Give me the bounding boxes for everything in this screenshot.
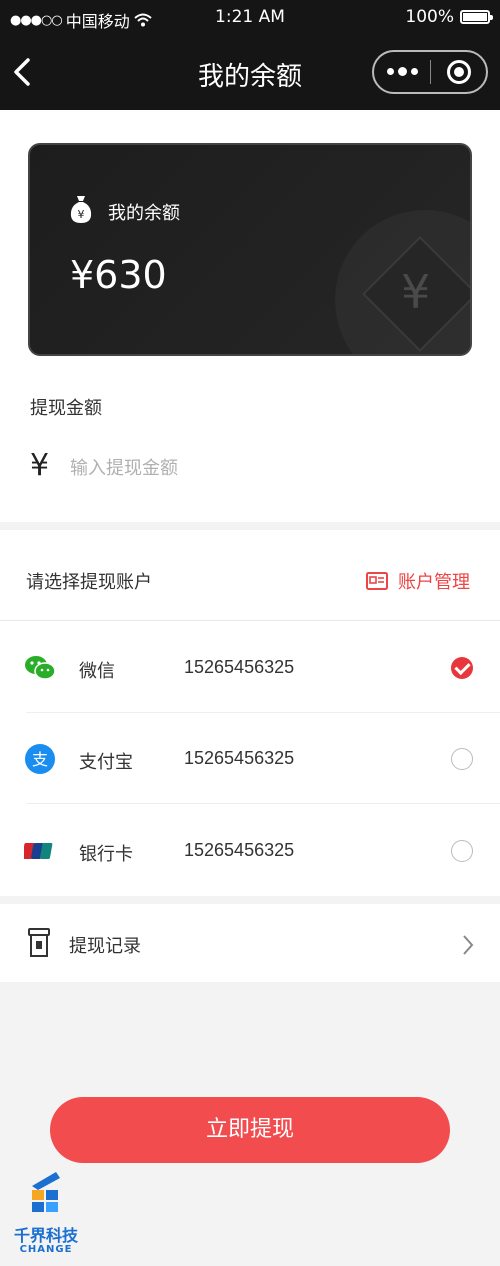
watermark-text-en: CHANGE — [19, 1244, 73, 1255]
mini-program-capsule — [372, 50, 488, 94]
records-label: 提现记录 — [69, 936, 141, 957]
account-name: 支付宝 — [79, 752, 133, 773]
status-bar: ●●●○○ 中国移动 1:21 AM 100% — [0, 0, 500, 36]
withdraw-amount-input[interactable] — [70, 452, 450, 484]
alipay-icon: 支 — [25, 744, 55, 774]
withdraw-records-row[interactable]: 提现记录 — [0, 904, 500, 982]
account-manage-link[interactable]: 账户管理 — [366, 568, 470, 594]
card-decoration-yen: ¥ — [401, 265, 431, 319]
svg-text:支: 支 — [32, 750, 48, 769]
account-manage-label: 账户管理 — [398, 572, 470, 593]
unselected-radio-icon[interactable] — [451, 840, 473, 862]
account-number: 15265456325 — [184, 657, 295, 677]
battery-level: 100% — [405, 7, 454, 27]
account-name: 银行卡 — [79, 844, 133, 865]
money-bag-icon: ¥ — [70, 196, 92, 223]
account-name: 微信 — [79, 661, 115, 682]
balance-label: 我的余额 — [108, 203, 180, 224]
account-row-wechat[interactable]: 微信 15265456325 — [0, 622, 500, 713]
account-number: 15265456325 — [184, 748, 295, 768]
accounts-header: 请选择提现账户 账户管理 — [0, 530, 500, 621]
balance-amount: ¥630 — [70, 253, 167, 297]
currency-symbol: ¥ — [30, 448, 50, 483]
withdraw-now-button[interactable]: 立即提现 — [50, 1097, 450, 1163]
account-number: 15265456325 — [184, 840, 295, 860]
unselected-radio-icon[interactable] — [451, 748, 473, 770]
close-target-button[interactable] — [431, 60, 486, 84]
watermark-logo — [32, 1172, 60, 1212]
account-row-alipay[interactable]: 支 支付宝 15265456325 — [0, 713, 500, 804]
accounts-title: 请选择提现账户 — [26, 572, 152, 593]
record-icon — [28, 928, 50, 957]
target-circle-icon — [446, 60, 471, 84]
battery-icon — [460, 10, 493, 24]
account-row-bankcard[interactable]: 银行卡 15265456325 — [0, 805, 500, 896]
wechat-icon — [25, 656, 56, 680]
watermark-text-cn: 千界科技 — [13, 1226, 78, 1245]
balance-card: ¥ ¥ 我的余额 ¥630 — [28, 143, 472, 356]
selected-check-icon[interactable] — [451, 657, 473, 679]
watermark: 千界科技 CHANGE — [4, 1170, 88, 1264]
top-bar: ●●●○○ 中国移动 1:21 AM 100% 我的余额 — [0, 0, 500, 110]
nav-bar: 我的余额 — [0, 38, 500, 108]
row-divider — [26, 803, 500, 804]
chevron-right-icon — [463, 935, 474, 955]
more-dots-icon[interactable] — [374, 67, 430, 76]
unionpay-icon — [24, 843, 53, 859]
svg-text:¥: ¥ — [78, 208, 85, 221]
withdraw-amount-title: 提现金额 — [30, 398, 102, 419]
card-manage-icon — [366, 572, 388, 590]
